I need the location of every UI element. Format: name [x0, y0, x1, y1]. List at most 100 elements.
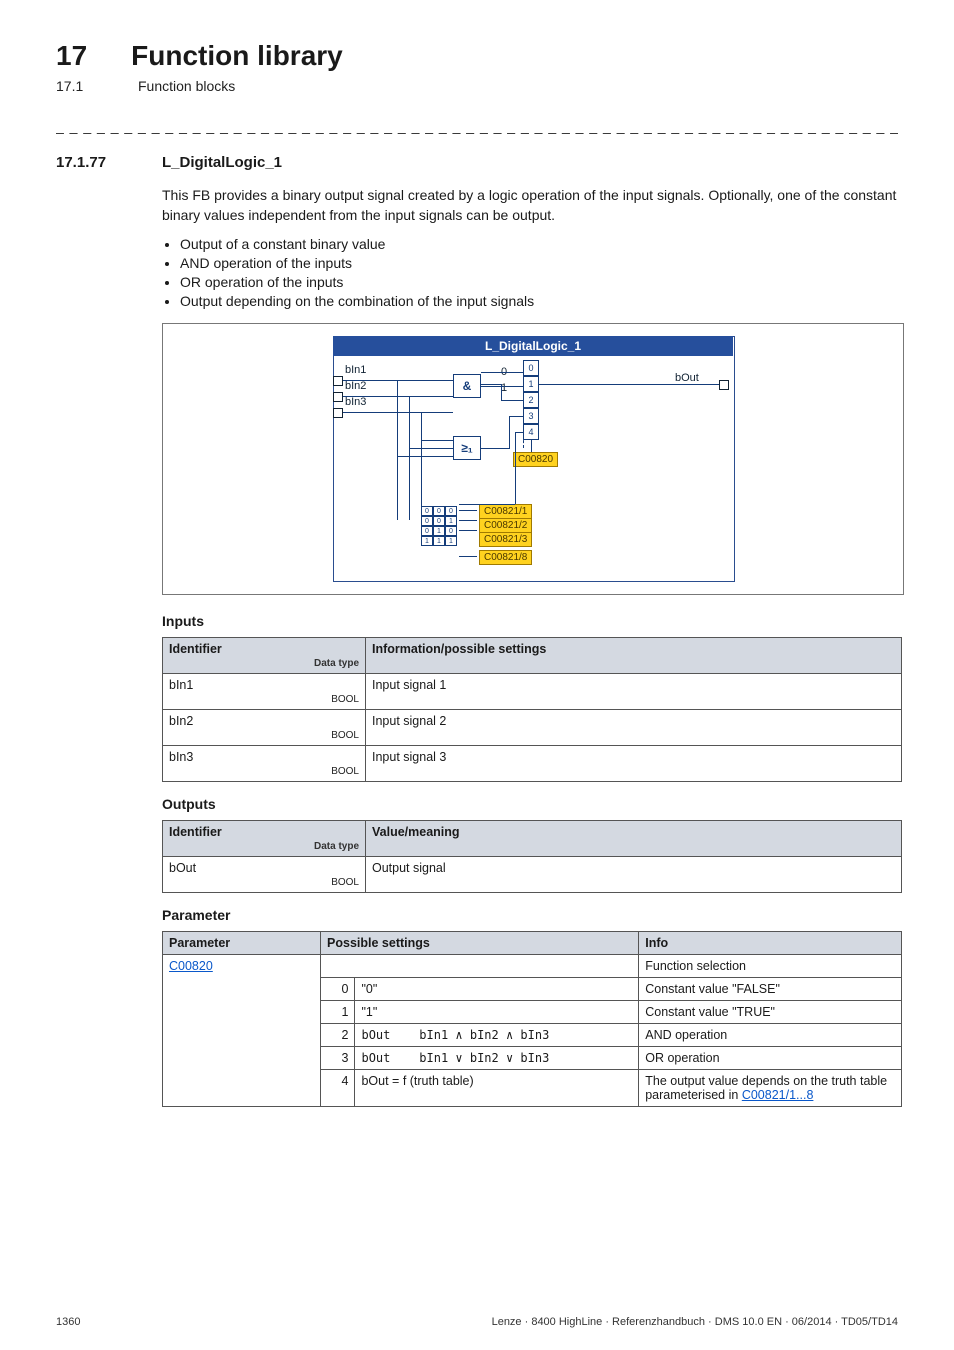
cell-id: bIn2 — [169, 714, 193, 728]
parameter-table: Parameter Possible settings Info C00820 … — [162, 931, 902, 1107]
param-tag-c00821-1: C00821/1 — [479, 504, 532, 519]
wire — [459, 504, 515, 505]
wire — [509, 416, 510, 449]
chapter-title: Function library — [131, 40, 343, 72]
cell-num: 2 — [321, 1023, 355, 1046]
wire — [421, 440, 453, 441]
cell-id: bIn3 — [169, 750, 193, 764]
cell-id: bOut — [169, 861, 196, 875]
wire — [481, 384, 501, 385]
truth-cell: 0 — [445, 526, 457, 536]
intro-paragraph: This FB provides a binary output signal … — [162, 185, 898, 226]
separator-dashes: _ _ _ _ _ _ _ _ _ _ _ _ _ _ _ _ _ _ _ _ … — [56, 118, 898, 134]
cell-dtype: BOOL — [169, 730, 359, 741]
param-link-c00821[interactable]: C00821/1...8 — [742, 1088, 814, 1102]
subchapter-header: 17.1 Function blocks — [56, 78, 898, 94]
cell-empty — [321, 954, 639, 977]
cell-id: bIn1 — [169, 678, 193, 692]
truth-cell: 1 — [433, 526, 445, 536]
wire — [531, 440, 532, 452]
feature-bullets: Output of a constant binary value AND op… — [162, 236, 898, 309]
mux-slot: 4 — [523, 424, 539, 440]
wire — [409, 396, 410, 520]
cell-setting: bOut bIn1 ∧ bIn2 ∧ bIn3 — [355, 1023, 639, 1046]
cell-num: 1 — [321, 1000, 355, 1023]
chapter-number: 17 — [56, 40, 87, 72]
setting-expr: bIn1 ∧ bIn2 ∧ bIn3 — [419, 1028, 549, 1042]
outputs-table: Identifier Data type Value/meaning bOut B… — [162, 820, 902, 893]
th-subtext: Data type — [169, 658, 359, 669]
col-possible-settings: Possible settings — [321, 931, 639, 954]
or-gate: ≥₁ — [453, 436, 481, 460]
col-info: Value/meaning — [366, 820, 902, 856]
wire — [397, 380, 398, 520]
wire — [509, 416, 523, 417]
cell-dtype: BOOL — [169, 877, 359, 888]
truth-cell: 0 — [445, 506, 457, 516]
bullet-item: Output of a constant binary value — [180, 236, 898, 252]
cell-info: OR operation — [639, 1046, 902, 1069]
page-number: 1360 — [56, 1316, 80, 1328]
cell-setting: "0" — [355, 977, 639, 1000]
cell-setting: bOut = f (truth table) — [355, 1069, 639, 1106]
cell-info: Constant value "FALSE" — [639, 977, 902, 1000]
outputs-heading: Outputs — [162, 796, 898, 812]
wire — [481, 372, 523, 373]
footer-meta: Lenze · 8400 HighLine · Referenzhandbuch… — [492, 1316, 898, 1328]
th-text: Identifier — [169, 642, 222, 656]
input-port — [333, 392, 343, 402]
wire — [459, 510, 477, 511]
wire — [481, 386, 523, 387]
truth-cell: 1 — [445, 516, 457, 526]
truth-cell: 0 — [421, 526, 433, 536]
setting-pre: bOut — [361, 1028, 390, 1042]
bullet-item: OR operation of the inputs — [180, 274, 898, 290]
wire — [421, 412, 422, 520]
cell-setting: bOut bIn1 ∨ bIn2 ∨ bIn3 — [355, 1046, 639, 1069]
bullet-item: AND operation of the inputs — [180, 255, 898, 271]
subchapter-title: Function blocks — [138, 78, 235, 94]
block-diagram: L_DigitalLogic_1 bIn1 bIn2 bIn3 & ≥₁ 0 1… — [162, 323, 904, 595]
cell-dtype: BOOL — [169, 766, 359, 777]
inputs-table: Identifier Data type Information/possibl… — [162, 637, 902, 782]
section-number: 17.1.77 — [56, 154, 130, 171]
wire — [539, 384, 719, 385]
table-row: bIn3 BOOL Input signal 3 — [163, 745, 902, 781]
input-port — [333, 408, 343, 418]
col-parameter: Parameter — [163, 931, 321, 954]
chapter-header: 17 Function library — [56, 40, 898, 72]
mux-slot: 0 — [523, 360, 539, 376]
subchapter-number: 17.1 — [56, 78, 94, 94]
table-row: bIn2 BOOL Input signal 2 — [163, 709, 902, 745]
cell-info: Output signal — [366, 856, 902, 892]
truth-cell: 0 — [421, 506, 433, 516]
input-label-bIn3: bIn3 — [345, 396, 366, 408]
wire — [397, 456, 453, 457]
wire — [409, 448, 453, 449]
table-row: bOut BOOL Output signal — [163, 856, 902, 892]
wire — [459, 530, 477, 531]
inputs-heading: Inputs — [162, 613, 898, 629]
param-tag-c00820: C00820 — [513, 452, 558, 467]
bullet-item: Output depending on the combination of t… — [180, 293, 898, 309]
table-row: bIn1BOOL Input signal 1 — [163, 673, 902, 709]
wire — [343, 380, 453, 381]
cell-info: Input signal 2 — [366, 709, 902, 745]
wire — [459, 520, 477, 521]
input-label-bIn1: bIn1 — [345, 364, 366, 376]
wire — [459, 556, 477, 557]
truth-table-grid: 000 001 010 111 — [421, 506, 457, 546]
wire — [501, 400, 523, 401]
cell-setting: "1" — [355, 1000, 639, 1023]
truth-cell: 1 — [433, 536, 445, 546]
cell-info: The output value depends on the truth ta… — [639, 1069, 902, 1106]
param-link-c00820[interactable]: C00820 — [169, 959, 213, 973]
diagram-title: L_DigitalLogic_1 — [333, 336, 733, 356]
cell-info: Input signal 1 — [366, 673, 902, 709]
cell-info: Input signal 3 — [366, 745, 902, 781]
col-info: Information/possible settings — [366, 637, 902, 673]
section-heading: 17.1.77 L_DigitalLogic_1 — [56, 154, 898, 171]
mux-slot: 3 — [523, 408, 539, 424]
cell-num: 0 — [321, 977, 355, 1000]
col-identifier: Identifier Data type — [163, 820, 366, 856]
